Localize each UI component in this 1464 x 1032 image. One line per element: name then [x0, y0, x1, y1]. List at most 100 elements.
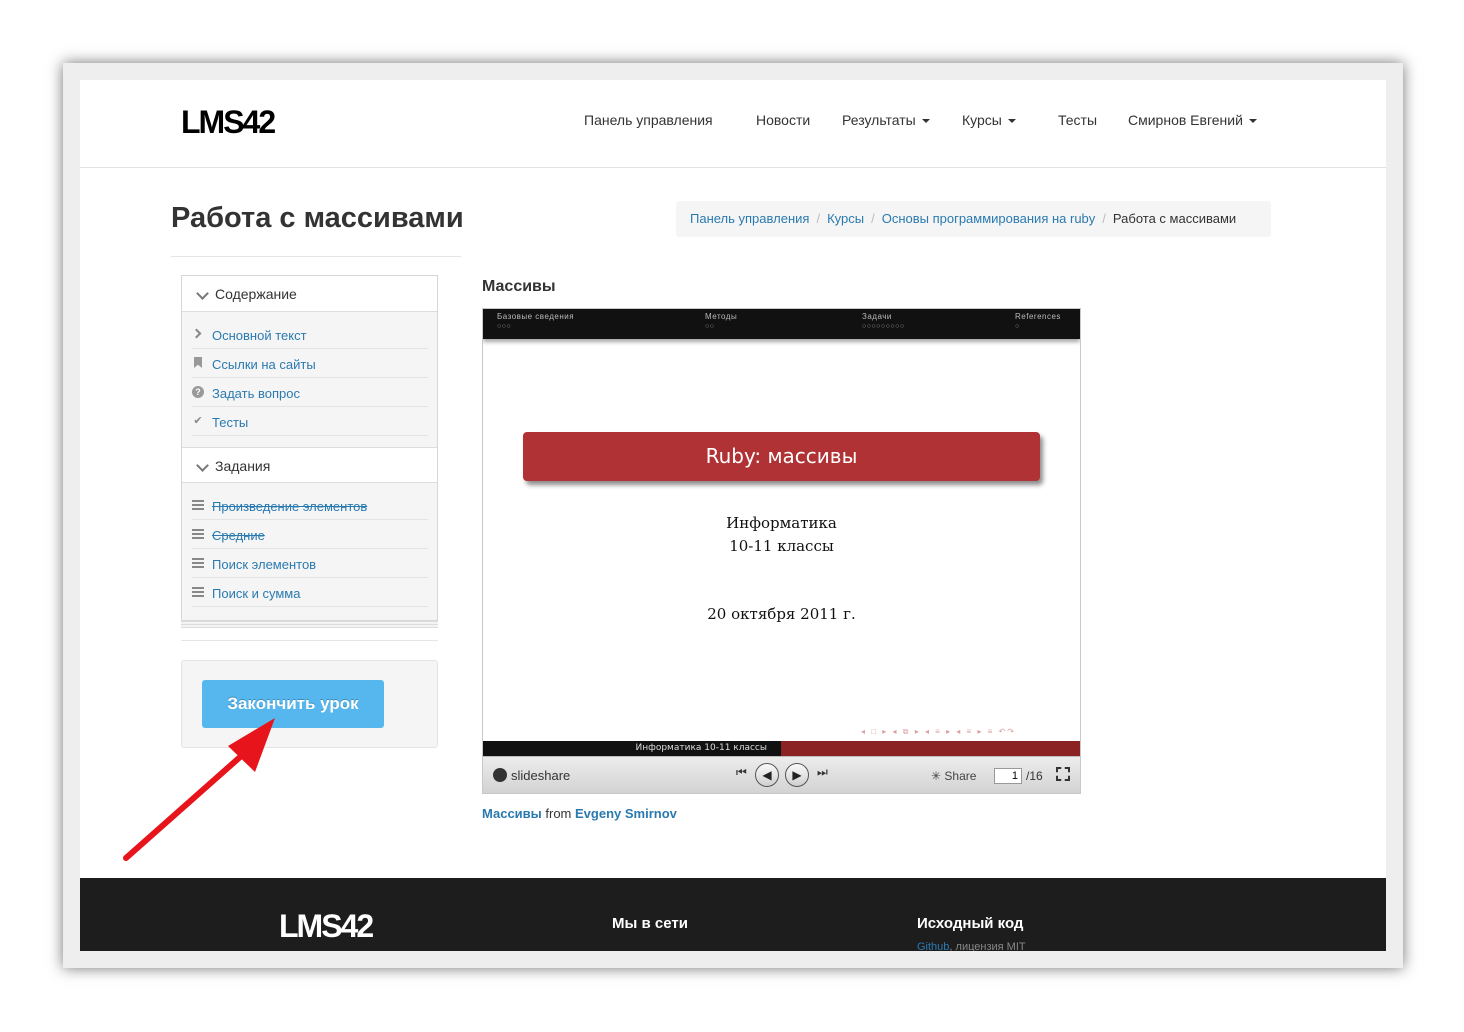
caret-down-icon [1248, 119, 1257, 124]
last-slide-icon[interactable]: ⏭ [817, 765, 828, 780]
github-link[interactable]: Github [917, 941, 949, 951]
slide-section-dots: ○ [1015, 323, 1020, 330]
slide-section[interactable]: Методы ○○ [705, 312, 737, 332]
check-icon: ✔ [193, 415, 203, 427]
slide-total: /16 [1026, 769, 1043, 783]
top-navbar: LMS42 Панель управления Новости Результа… [80, 80, 1386, 168]
nav-user-menu[interactable]: Смирнов Евгений [1128, 112, 1257, 128]
caret-down-icon [1007, 119, 1016, 124]
contents-list: Основной текст Ссылки на сайты ? Задать в… [182, 312, 437, 447]
screenshot-frame: LMS42 Панель управления Новости Результа… [63, 63, 1403, 968]
caret-down-icon [921, 119, 930, 124]
breadcrumb-separator: / [1102, 211, 1106, 226]
nav-dashboard[interactable]: Панель управления [584, 112, 713, 128]
sidebar-item-tests[interactable]: ✔ Тесты [192, 407, 428, 436]
share-icon: ✳ [931, 769, 945, 783]
author-link[interactable]: Evgeny Smirnov [575, 806, 677, 821]
lesson-heading: Массивы [482, 278, 556, 295]
tasks-section-header[interactable]: Задания [182, 447, 437, 483]
slide-date: 20 октября 2011 г. [707, 605, 856, 623]
chevron-down-icon [196, 459, 209, 473]
previous-slide-icon[interactable]: ◀ [755, 763, 779, 787]
next-slide-icon[interactable]: ▶ [785, 763, 809, 787]
user-name: Смирнов Евгений [1128, 112, 1243, 128]
page-footer: LMS42 Мы в сети Исходный код Github, лиц… [80, 878, 1386, 951]
sidebar-item-label: Основной текст [212, 328, 307, 343]
share-label: Share [944, 769, 977, 783]
sidebar-item-label: Задать вопрос [212, 386, 300, 401]
bookmark-icon [194, 357, 202, 368]
brand-logo[interactable]: LMS42 [181, 104, 276, 141]
license-line: Github, лицензия MIT [917, 941, 1026, 951]
slideshare-label: slideshare [511, 768, 571, 783]
task-item[interactable]: Поиск и сумма [192, 578, 428, 607]
caption-from: from [545, 806, 572, 821]
slide-number-input[interactable]: 1 [994, 768, 1022, 784]
contents-heading: Содержание [215, 286, 297, 302]
slide-footer-text: Информатика 10-11 классы [483, 741, 781, 756]
slide-section-dots: ○○ [705, 323, 715, 330]
sidebar-item-label: Тесты [212, 415, 249, 430]
list-icon [192, 500, 204, 510]
list-icon [192, 587, 204, 597]
slide-nav-symbols[interactable]: ◂ □ ▸ ◂ ⧉ ▸ ◂ ≡ ▸ ◂ ≡ ▸ ≡ ↶↷ [861, 727, 1016, 737]
slide-top-navigation: Базовые сведения ○○○ Методы ○○ Задачи ○○○○○… [483, 309, 1080, 339]
share-button[interactable]: ✳ Share [931, 769, 976, 783]
sidebar-item-ask-question[interactable]: ? Задать вопрос [192, 378, 428, 407]
slide-footer-bar [781, 741, 1080, 756]
contents-section-header[interactable]: Содержание [182, 276, 437, 312]
slide-section[interactable]: Базовые сведения ○○○ [497, 312, 574, 332]
breadcrumb-separator: / [871, 211, 875, 226]
sidebar-divider [181, 640, 438, 641]
list-icon [192, 529, 204, 539]
nav-results-label: Результаты [842, 112, 916, 128]
task-item[interactable]: Средние [192, 520, 428, 549]
lesson-sidebar: Содержание Основной текст Ссылки на сайт… [181, 275, 438, 621]
slide-section-title: Базовые сведения [497, 312, 575, 321]
slideshare-icon [493, 768, 507, 782]
slideshare-logo[interactable]: slideshare [493, 768, 570, 783]
slide-section-title: References [1015, 312, 1061, 321]
breadcrumb-course[interactable]: Основы программирования на ruby [882, 211, 1096, 226]
nav-news[interactable]: Новости [756, 112, 810, 128]
task-label: Поиск элементов [212, 557, 317, 572]
slide-subject: Информатика [726, 514, 837, 532]
browser-page: LMS42 Панель управления Новости Результа… [80, 80, 1386, 951]
task-label: Поиск и сумма [212, 586, 301, 601]
presentation-link[interactable]: Массивы [482, 806, 542, 821]
sidebar-item-label: Ссылки на сайты [212, 357, 316, 372]
breadcrumb-separator: / [816, 211, 821, 226]
fullscreen-icon[interactable] [1056, 767, 1070, 781]
nav-courses-label: Курсы [962, 112, 1002, 128]
slide-section-title: Задачи [862, 312, 892, 321]
slide-section[interactable]: Задачи ○○○○○○○○○ [862, 312, 905, 332]
sidebar-item-main-text[interactable]: Основной текст [191, 320, 428, 349]
question-circle-icon: ? [192, 386, 204, 398]
nav-tests[interactable]: Тесты [1058, 112, 1097, 128]
breadcrumb-dashboard[interactable]: Панель управления [690, 211, 809, 226]
slide-section-title: Методы [705, 312, 738, 321]
page-title: Работа с массивами [171, 202, 464, 234]
title-divider [171, 256, 461, 257]
license-text: , лицензия MIT [949, 941, 1026, 951]
sidebar-item-links[interactable]: Ссылки на сайты [192, 349, 428, 378]
finish-lesson-button[interactable]: Закончить урок [202, 680, 384, 728]
slide-section[interactable]: References ○ [1015, 312, 1061, 332]
nav-results[interactable]: Результаты [842, 112, 930, 128]
source-heading: Исходный код [917, 915, 1024, 932]
chevron-right-icon [191, 328, 202, 339]
first-slide-icon[interactable]: ⏮ [736, 765, 747, 780]
embed-caption: Массивы from Evgeny Smirnov [482, 806, 677, 821]
footer-logo: LMS42 [279, 908, 374, 944]
slide-section-dots: ○○○○○○○○○ [862, 323, 905, 330]
task-label: Средние [212, 528, 265, 543]
breadcrumb-courses[interactable]: Курсы [827, 211, 864, 226]
task-item[interactable]: Произведение элементов [192, 491, 428, 520]
player-controls: slideshare ⏮ ◀ ▶ ⏭ ✳ Share 1 /16 [483, 756, 1080, 793]
task-item[interactable]: Поиск элементов [192, 549, 428, 578]
finish-lesson-well: Закончить урок [181, 660, 438, 748]
tasks-heading: Задания [215, 458, 271, 474]
social-heading: Мы в сети [612, 915, 688, 932]
slide-section-dots: ○○○ [497, 323, 512, 330]
nav-courses[interactable]: Курсы [962, 112, 1016, 128]
